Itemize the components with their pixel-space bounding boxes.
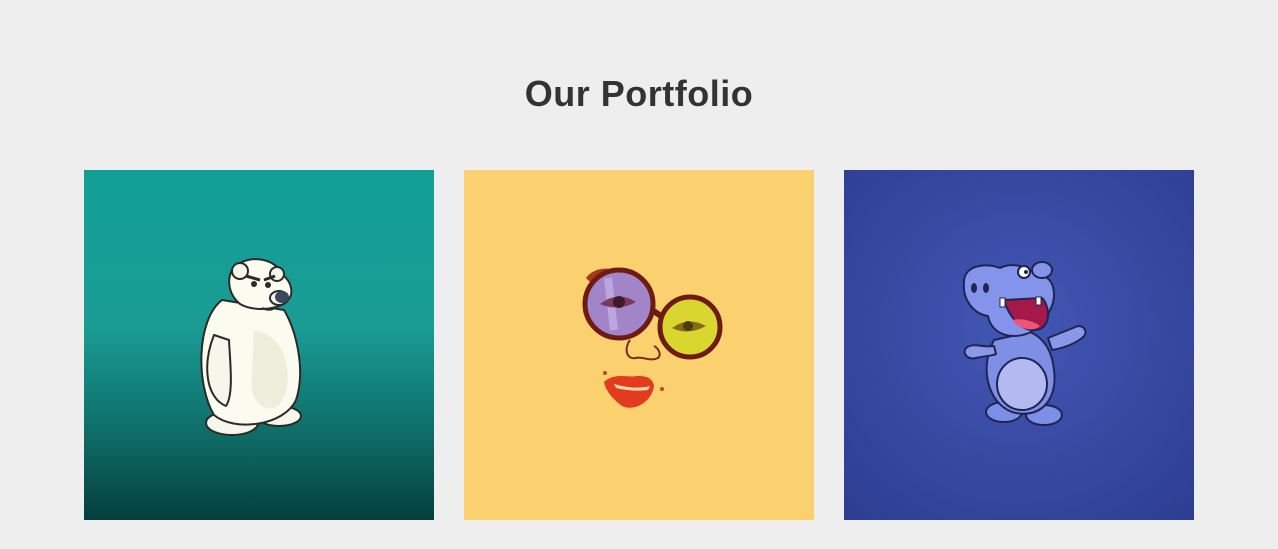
portfolio-item-face-with-glasses[interactable] (464, 170, 814, 520)
portfolio-grid (84, 170, 1194, 520)
portfolio-item-polar-bear[interactable] (84, 170, 434, 520)
section-title: Our Portfolio (524, 73, 754, 114)
portfolio-section: Our Portfolio (0, 0, 1278, 549)
polar-bear-illustration (84, 170, 434, 520)
face-with-glasses-illustration (464, 170, 814, 520)
hippo-illustration (844, 170, 1194, 520)
portfolio-item-hippo[interactable] (844, 170, 1194, 520)
